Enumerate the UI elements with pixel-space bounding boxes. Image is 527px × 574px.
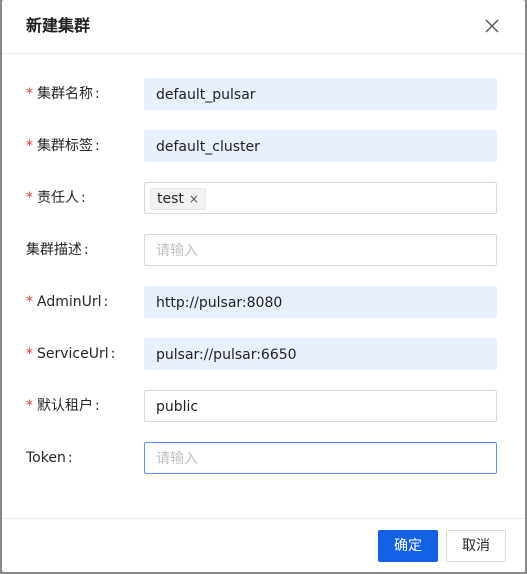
service-url-value: pulsar://pulsar:6650: [156, 347, 297, 363]
cluster-tag-input[interactable]: default_cluster: [144, 130, 497, 162]
new-cluster-dialog: 新建集群 * 集群名称: default_pulsar * 集群标签: defaul…: [2, 0, 525, 572]
cancel-button[interactable]: 取消: [446, 530, 506, 562]
cluster-tag-label-text: 集群标签: [37, 138, 93, 154]
label-colon: :: [103, 294, 109, 310]
form-row-cluster-tag: * 集群标签: default_cluster: [2, 130, 525, 162]
owner-select[interactable]: test ×: [144, 182, 497, 214]
form-row-token: Token: 请输入: [2, 442, 525, 474]
owner-label-text: 责任人: [37, 190, 79, 206]
owner-tag-label: test: [157, 191, 184, 207]
admin-url-input[interactable]: http://pulsar:8080: [144, 286, 497, 318]
admin-url-label-text: AdminUrl: [37, 294, 102, 310]
required-mark: *: [26, 346, 33, 362]
token-placeholder: 请输入: [156, 451, 198, 467]
required-mark: *: [26, 190, 33, 206]
cluster-tag-value: default_cluster: [156, 139, 260, 155]
token-label-text: Token: [26, 450, 66, 466]
label-colon: :: [95, 86, 100, 102]
required-mark: *: [26, 86, 33, 102]
form-row-admin-url: * AdminUrl: http://pulsar:8080: [2, 286, 525, 318]
label-colon: :: [95, 138, 100, 154]
admin-url-label: * AdminUrl:: [26, 293, 108, 311]
form-row-owner: * 责任人: test ×: [2, 182, 525, 214]
label-colon: :: [81, 190, 86, 206]
label-colon: :: [84, 242, 89, 258]
form-row-default-tenant: * 默认租户: public: [2, 390, 525, 422]
form-row-service-url: * ServiceUrl: pulsar://pulsar:6650: [2, 338, 525, 370]
close-icon[interactable]: [484, 18, 500, 34]
required-mark: *: [26, 138, 33, 154]
cluster-tag-label: * 集群标签:: [26, 137, 100, 155]
token-input[interactable]: 请输入: [144, 442, 497, 474]
form-row-description: 集群描述: 请输入: [2, 234, 525, 266]
token-label: Token:: [26, 449, 73, 467]
default-tenant-value: public: [156, 399, 199, 415]
dialog-footer: 确定 取消: [2, 518, 525, 573]
default-tenant-label: * 默认租户:: [26, 397, 100, 415]
service-url-label: * ServiceUrl:: [26, 345, 115, 363]
owner-label: * 责任人:: [26, 189, 86, 207]
confirm-button[interactable]: 确定: [378, 530, 438, 562]
label-colon: :: [110, 346, 116, 362]
owner-tag: test ×: [150, 188, 206, 210]
form-row-cluster-name: * 集群名称: default_pulsar: [2, 78, 525, 110]
service-url-input[interactable]: pulsar://pulsar:6650: [144, 338, 497, 370]
description-label-text: 集群描述: [26, 242, 82, 258]
dialog-title: 新建集群: [26, 16, 91, 35]
dialog-header: 新建集群: [2, 0, 525, 54]
tag-close-icon[interactable]: ×: [189, 189, 199, 209]
default-tenant-label-text: 默认租户: [37, 398, 93, 414]
label-colon: :: [67, 450, 73, 466]
cluster-name-label-text: 集群名称: [37, 86, 93, 102]
required-mark: *: [26, 398, 33, 414]
description-label: 集群描述:: [26, 241, 89, 259]
required-mark: *: [26, 294, 33, 310]
cluster-name-input[interactable]: default_pulsar: [144, 78, 497, 110]
description-placeholder: 请输入: [156, 243, 198, 259]
default-tenant-input[interactable]: public: [144, 390, 497, 422]
admin-url-value: http://pulsar:8080: [156, 295, 283, 311]
label-colon: :: [95, 398, 100, 414]
service-url-label-text: ServiceUrl: [37, 346, 109, 362]
cluster-name-value: default_pulsar: [156, 87, 256, 103]
description-input[interactable]: 请输入: [144, 234, 497, 266]
cluster-name-label: * 集群名称:: [26, 85, 100, 103]
